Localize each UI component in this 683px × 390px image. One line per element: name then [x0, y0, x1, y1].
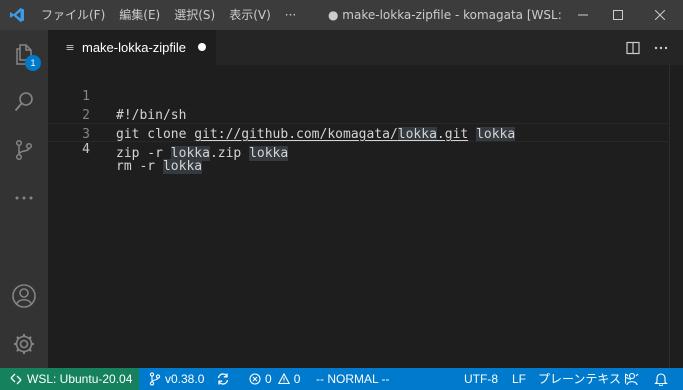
status-bar: WSL: Ubuntu-20.04 v0.38.0 0 0 -- NORMAL …	[0, 368, 683, 390]
source-control-button[interactable]	[0, 126, 48, 174]
explorer-button[interactable]: 1	[0, 30, 48, 78]
remote-icon	[10, 373, 22, 385]
language-mode-indicator[interactable]: プレーンテキスト	[538, 368, 633, 390]
code-token: .zip	[209, 146, 250, 161]
branch-indicator[interactable]: v0.38.0	[149, 368, 204, 390]
menu-selection[interactable]: 選択(S)	[167, 0, 222, 30]
code-line: 1 #!/bin/sh	[48, 68, 668, 123]
word-highlight: lokka	[162, 159, 203, 174]
tab-label: make-lokka-zipfile	[82, 40, 187, 55]
unsaved-dot-icon[interactable]	[198, 43, 206, 51]
manage-button[interactable]	[0, 320, 48, 368]
problems-indicator[interactable]: 0 0	[249, 368, 300, 390]
more-actions-button[interactable]	[649, 30, 673, 65]
minimize-icon	[578, 14, 588, 16]
menu-file[interactable]: ファイル(F)	[34, 0, 112, 30]
warning-icon	[277, 373, 290, 385]
code-line: 2 git clone git://github.com/komagata/lo…	[48, 87, 668, 142]
explorer-badge: 1	[25, 55, 41, 71]
notifications-button[interactable]	[654, 368, 672, 390]
minimize-button[interactable]	[563, 0, 603, 30]
activity-bar: 1	[0, 30, 48, 368]
window-title: ● make-lokka-zipfile - komagata [WSL: ..…	[328, 8, 562, 22]
close-icon	[655, 10, 665, 20]
eol-indicator[interactable]: LF	[512, 368, 526, 390]
search-icon	[14, 92, 33, 112]
more-views-button[interactable]	[0, 174, 48, 222]
menu-edit[interactable]: 編集(E)	[112, 0, 167, 30]
tab-make-lokka-zipfile[interactable]: ≡ make-lokka-zipfile	[48, 30, 216, 65]
error-count: 0	[265, 372, 272, 386]
menu-view[interactable]: 表示(V)	[222, 0, 278, 30]
split-editor-icon	[626, 41, 640, 54]
split-editor-button[interactable]	[621, 30, 645, 65]
vim-mode-indicator: -- NORMAL --	[316, 372, 390, 386]
maximize-button[interactable]	[598, 0, 638, 30]
maximize-icon	[613, 10, 623, 20]
menu-bar: ファイル(F) 編集(E) 選択(S) 表示(V) ···	[34, 0, 303, 30]
live-share-button[interactable]	[625, 368, 643, 390]
tab-bar: ≡ make-lokka-zipfile	[48, 30, 683, 65]
git-branch-icon	[149, 372, 161, 386]
ellipsis-icon	[15, 196, 33, 200]
remote-label: WSL: Ubuntu-20.04	[27, 372, 133, 386]
sync-button[interactable]	[216, 368, 234, 390]
search-button[interactable]	[0, 78, 48, 126]
file-lines-icon: ≡	[65, 41, 75, 54]
vertical-scrollbar[interactable]	[669, 65, 683, 368]
encoding-indicator[interactable]: UTF-8	[464, 368, 498, 390]
title-bar: ファイル(F) 編集(E) 選択(S) 表示(V) ··· ● make-lok…	[0, 0, 683, 30]
text-editor[interactable]: 1 #!/bin/sh 2 git clone git://github.com…	[48, 65, 683, 368]
sync-icon	[217, 373, 229, 385]
line-text: rm -r lokka	[116, 158, 203, 175]
account-icon	[12, 284, 36, 308]
error-icon	[249, 373, 261, 385]
accounts-button[interactable]	[0, 272, 48, 320]
current-line: 4 rm -r lokka	[48, 123, 668, 174]
branch-label: v0.38.0	[165, 372, 205, 386]
word-highlight: lokka	[249, 146, 289, 161]
gear-icon	[14, 334, 34, 354]
close-button[interactable]	[640, 0, 680, 30]
bell-icon	[654, 373, 668, 386]
ellipsis-icon	[654, 46, 668, 49]
source-control-icon	[15, 139, 33, 161]
vscode-logo-icon	[0, 0, 34, 30]
person-broadcast-icon	[625, 372, 639, 386]
remote-indicator[interactable]: WSL: Ubuntu-20.04	[0, 368, 139, 390]
code-token: rm -r	[116, 159, 163, 174]
warning-count: 0	[293, 372, 301, 386]
line-number: 4	[82, 142, 90, 157]
menu-more[interactable]: ···	[278, 0, 303, 30]
